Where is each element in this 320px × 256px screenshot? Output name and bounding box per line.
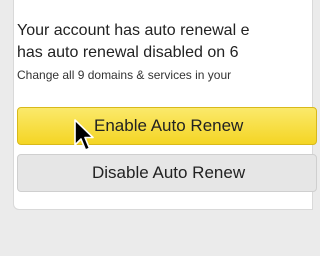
auto-renewal-message-line1: Your account has auto renewal e — [17, 22, 250, 39]
auto-renewal-message-line2: has auto renewal disabled on 6 — [17, 44, 239, 61]
enable-auto-renew-button[interactable]: Enable Auto Renew — [17, 107, 317, 145]
auto-renewal-subtext: Change all 9 domains & services in your — [17, 68, 232, 82]
disable-auto-renew-label: Disable Auto Renew — [92, 163, 246, 182]
mouse-pointer-icon — [74, 119, 94, 151]
enable-auto-renew-label: Enable Auto Renew — [94, 116, 244, 135]
disable-auto-renew-button[interactable]: Disable Auto Renew — [17, 154, 317, 192]
